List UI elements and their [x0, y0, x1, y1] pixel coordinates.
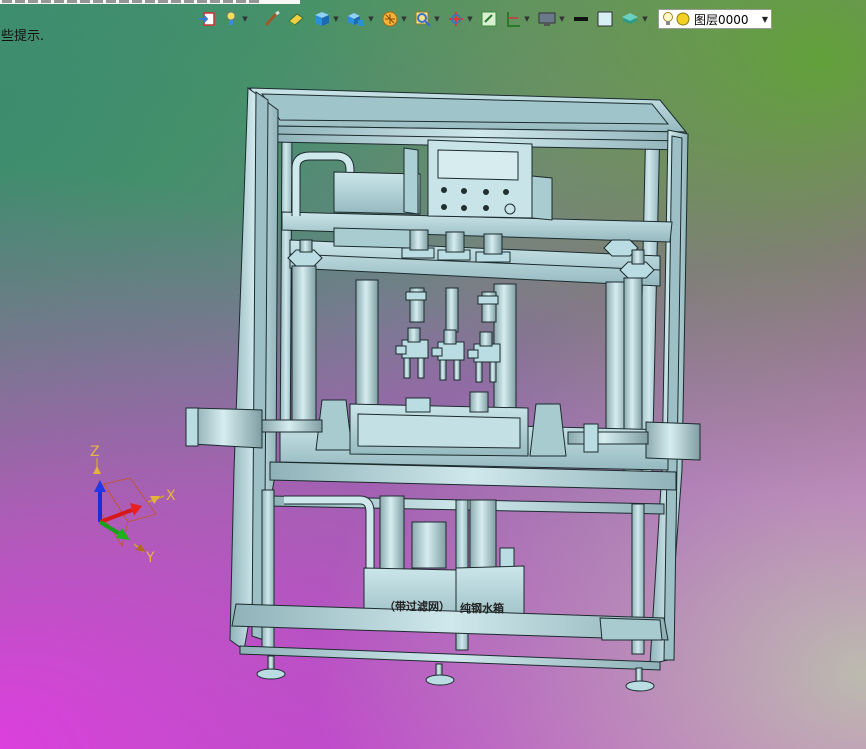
orient-icon	[449, 12, 463, 26]
pneumatic-cylinder-left	[191, 407, 263, 449]
z-axis-label: Z	[90, 444, 100, 460]
z-axis-arrow	[94, 480, 106, 492]
chevron-down-icon[interactable]: ▼	[523, 15, 531, 23]
color-swatch-button[interactable]	[595, 9, 615, 29]
layer-stack-icon	[622, 13, 638, 24]
y-axis-tip	[136, 544, 146, 552]
tray-clamp	[405, 397, 431, 413]
layer-select[interactable]: 图层0000 ▼	[658, 9, 772, 29]
grid-icon	[507, 12, 520, 27]
manifold-stem-2	[445, 231, 465, 253]
pump-base	[333, 227, 411, 249]
nut-right-stud	[631, 249, 645, 265]
nozzle-head-1	[395, 327, 429, 379]
x-axis-label: X	[166, 488, 176, 504]
triad-xy-plane	[103, 477, 157, 523]
display-mode-button[interactable]: ▼	[536, 9, 567, 29]
filter-icon	[382, 11, 398, 27]
base-corner-plate	[599, 617, 663, 641]
display-mode-icon	[538, 12, 556, 26]
nut-left-stud	[299, 239, 313, 253]
import-icon	[199, 12, 215, 26]
layer-manager-button[interactable]: ▼	[619, 9, 650, 29]
chevron-down-icon[interactable]: ▼	[241, 15, 249, 23]
eraser-button[interactable]	[286, 9, 306, 29]
axis-triad[interactable]: Z X Y	[90, 444, 176, 566]
layer-color-dot-icon	[676, 12, 690, 26]
line-weight-icon	[574, 17, 588, 21]
orient-button[interactable]: ▼	[446, 9, 475, 29]
emergency-stop-button	[504, 203, 516, 215]
chevron-down-icon[interactable]: ▼	[466, 15, 474, 23]
lower-column-1	[379, 495, 405, 577]
nozzle-clamp-1	[405, 291, 427, 301]
light-button[interactable]: ▼	[221, 9, 250, 29]
fit-view-button[interactable]	[479, 9, 499, 29]
piston-rod-left	[261, 419, 323, 433]
3d-viewport[interactable]: 些提示. （带过滤网） 纯钢水箱 Z X Y ▼ ▼ ▼ ▼ ▼ ▼ ▼ ▼ ▼…	[0, 0, 866, 749]
chevron-down-icon[interactable]: ▼	[332, 15, 340, 23]
chevron-down-icon[interactable]: ▼	[367, 15, 375, 23]
cubes-icon	[348, 13, 364, 26]
nozzle-stem-2	[445, 287, 459, 333]
lower-pipe-outline	[284, 495, 375, 570]
manifold-stem-1	[409, 229, 429, 251]
brush-icon	[264, 10, 280, 27]
zoom-icon	[415, 11, 431, 27]
control-panel-screen	[437, 149, 519, 181]
dropdown-arrow-icon[interactable]: ▼	[762, 15, 768, 24]
leveling-foot-2	[425, 663, 455, 686]
grid-button[interactable]: ▼	[503, 9, 532, 29]
chevron-down-icon[interactable]: ▼	[558, 15, 566, 23]
eraser-icon	[288, 13, 304, 27]
multi-cube-button[interactable]: ▼	[345, 9, 376, 29]
chevron-down-icon[interactable]: ▼	[641, 15, 649, 23]
tank-label-steel: 纯钢水箱	[460, 601, 504, 615]
manifold-stem-3	[483, 233, 503, 255]
fixture-right	[529, 403, 567, 457]
fit-view-icon	[481, 11, 497, 27]
lower-column-2	[469, 499, 497, 577]
brush-button[interactable]	[262, 9, 282, 29]
guide-rod-2	[355, 279, 379, 407]
tank-label-filter: （带过滤网）	[384, 599, 450, 613]
light-bulb-small-icon	[226, 11, 236, 25]
chevron-down-icon[interactable]: ▼	[400, 15, 408, 23]
leveling-foot-3	[625, 667, 655, 692]
bottle-tray-inner	[357, 413, 521, 449]
nozzle-clamp-3	[477, 295, 499, 305]
base-rail-front	[239, 645, 661, 671]
chevron-down-icon[interactable]: ▼	[433, 15, 441, 23]
model-scene: （带过滤网） 纯钢水箱 Z X Y	[90, 87, 701, 692]
cube-blue-icon	[315, 12, 329, 26]
rod-coupler-right	[583, 423, 599, 453]
filter-button[interactable]: ▼	[380, 9, 409, 29]
nozzle-head-2	[431, 329, 465, 381]
valve-block	[403, 147, 419, 215]
piston-rod-right	[567, 431, 649, 445]
color-swatch-icon	[597, 11, 613, 27]
zoom-button[interactable]: ▼	[413, 9, 442, 29]
view-toolbar: ▼ ▼ ▼ ▼ ▼ ▼ ▼ ▼ ▼ 图层0000 ▼	[197, 8, 772, 30]
y-axis-label: Y	[145, 550, 155, 566]
y-axis-line	[98, 520, 122, 536]
tray-sensor	[469, 391, 489, 413]
cylinder-cap-left	[185, 407, 199, 447]
control-box-side	[531, 175, 553, 221]
light-bulb-icon	[663, 12, 673, 25]
line-weight-button[interactable]	[571, 9, 591, 29]
import-button[interactable]	[197, 9, 217, 29]
pneumatic-cylinder-right	[645, 421, 701, 461]
frame-upright-back-left	[279, 127, 293, 471]
z-axis-tip	[93, 466, 101, 474]
leveling-foot-1	[256, 655, 286, 680]
solid-cube-button[interactable]: ▼	[310, 9, 341, 29]
lower-pipe	[284, 496, 374, 570]
pump-motor	[411, 521, 447, 569]
layer-select-value: 图层0000	[694, 12, 749, 27]
